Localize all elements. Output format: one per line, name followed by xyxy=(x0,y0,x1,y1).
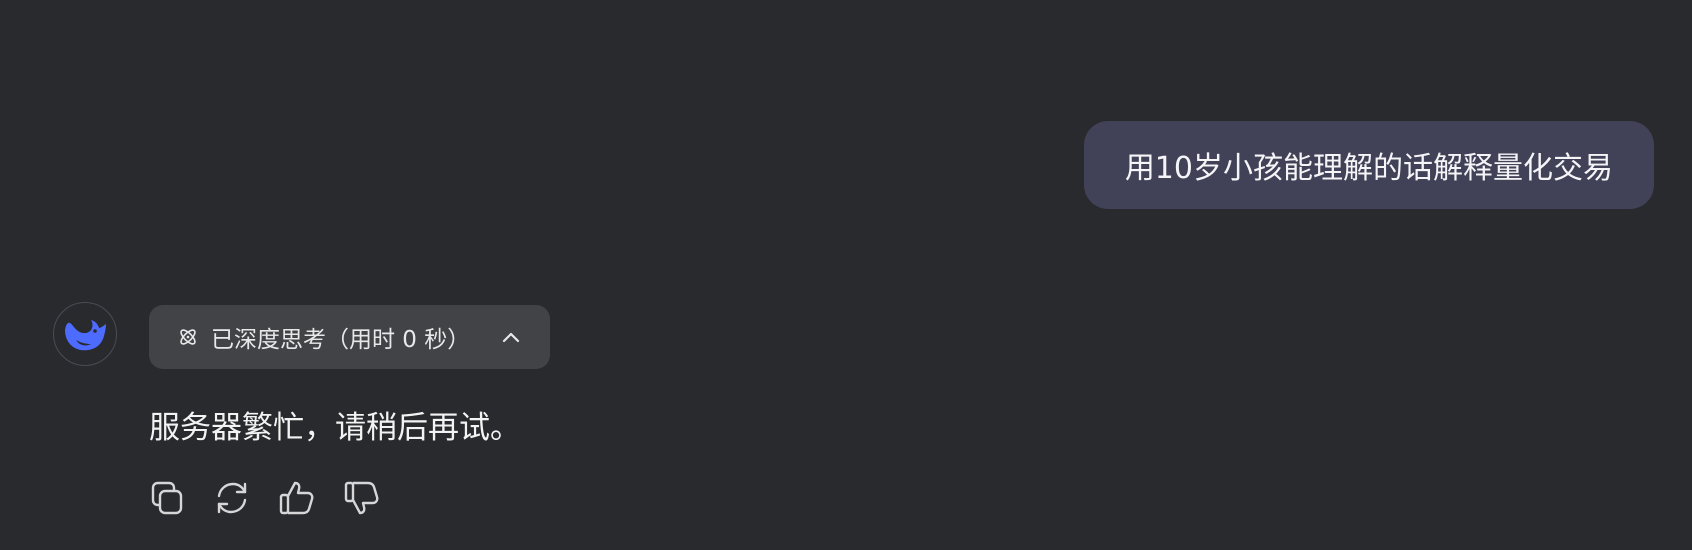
whale-logo-icon xyxy=(65,320,106,351)
user-message-bubble: 用10岁小孩能理解的话解释量化交易 xyxy=(1083,121,1654,209)
thumbs-down-icon xyxy=(344,481,379,515)
chat-window: 用10岁小孩能理解的话解释量化交易 已深度思考（用时 0 秒） 服务器繁忙，请稍… xyxy=(0,0,1692,550)
deep-thinking-toggle[interactable]: 已深度思考（用时 0 秒） xyxy=(149,305,551,369)
assistant-reply: 服务器繁忙，请稍后再试。 xyxy=(149,410,521,446)
message-actions xyxy=(148,478,381,518)
copy-button[interactable] xyxy=(148,478,186,518)
atom-icon xyxy=(177,326,199,348)
thinking-label: 已深度思考（用时 0 秒） xyxy=(211,327,471,353)
chevron-up-icon xyxy=(502,331,520,343)
regenerate-button[interactable] xyxy=(213,478,251,518)
like-button[interactable] xyxy=(278,478,316,518)
dislike-button[interactable] xyxy=(343,478,381,518)
copy-icon xyxy=(151,481,183,515)
user-message-text: 用10岁小孩能理解的话解释量化交易 xyxy=(1124,151,1613,186)
assistant-avatar xyxy=(53,302,117,366)
thumbs-up-icon xyxy=(279,481,314,515)
regenerate-icon xyxy=(217,482,247,514)
